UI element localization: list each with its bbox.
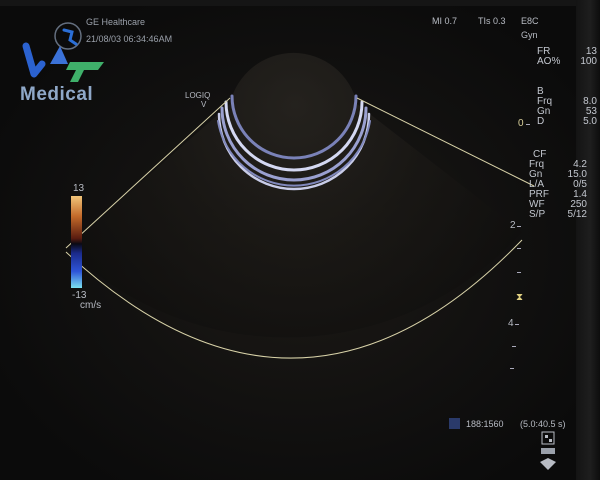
depth-tick <box>517 272 521 273</box>
depth-mark-0: 0 <box>518 118 524 129</box>
param-row: AO% 100 <box>537 56 597 67</box>
depth-mark-2: 2 <box>510 220 516 231</box>
general-params: FR 13 AO% 100 <box>537 47 597 67</box>
color-scale-unit: cm/s <box>80 300 102 311</box>
depth-tick <box>526 124 530 125</box>
focus-marker-icon: ⧗ <box>516 292 524 303</box>
depth-tick <box>515 324 519 325</box>
color-velocity-bar <box>71 196 82 288</box>
ultrasound-sector <box>65 52 535 359</box>
color-scale-top-value: 13 <box>73 183 85 194</box>
frame-counter: 188:1560 <box>466 419 504 429</box>
param-row: S/P 5/12 <box>529 209 587 220</box>
cine-indicator-icon <box>449 418 460 429</box>
cf-mode-params: CF Frq 4.2 Gn 15.0 L/A 0/5 PRF 1.4 WF 250 S/P… <box>529 150 587 220</box>
depth-tick <box>512 346 516 347</box>
b-mode-params: B Frq 8.0 Gn 53 D 5.0 <box>537 87 597 127</box>
probe-orientation-icon <box>540 431 556 470</box>
depth-tick <box>517 226 521 227</box>
ultrasound-screen: Medical GE Healthcare 21/08/03 06:34:46A… <box>0 0 600 480</box>
cine-time: (5.0:40.5 s) <box>520 419 566 429</box>
depth-tick <box>517 248 521 249</box>
param-row: D 5.0 <box>537 116 597 127</box>
depth-tick <box>510 368 514 369</box>
depth-mark-4: 4 <box>508 318 514 329</box>
